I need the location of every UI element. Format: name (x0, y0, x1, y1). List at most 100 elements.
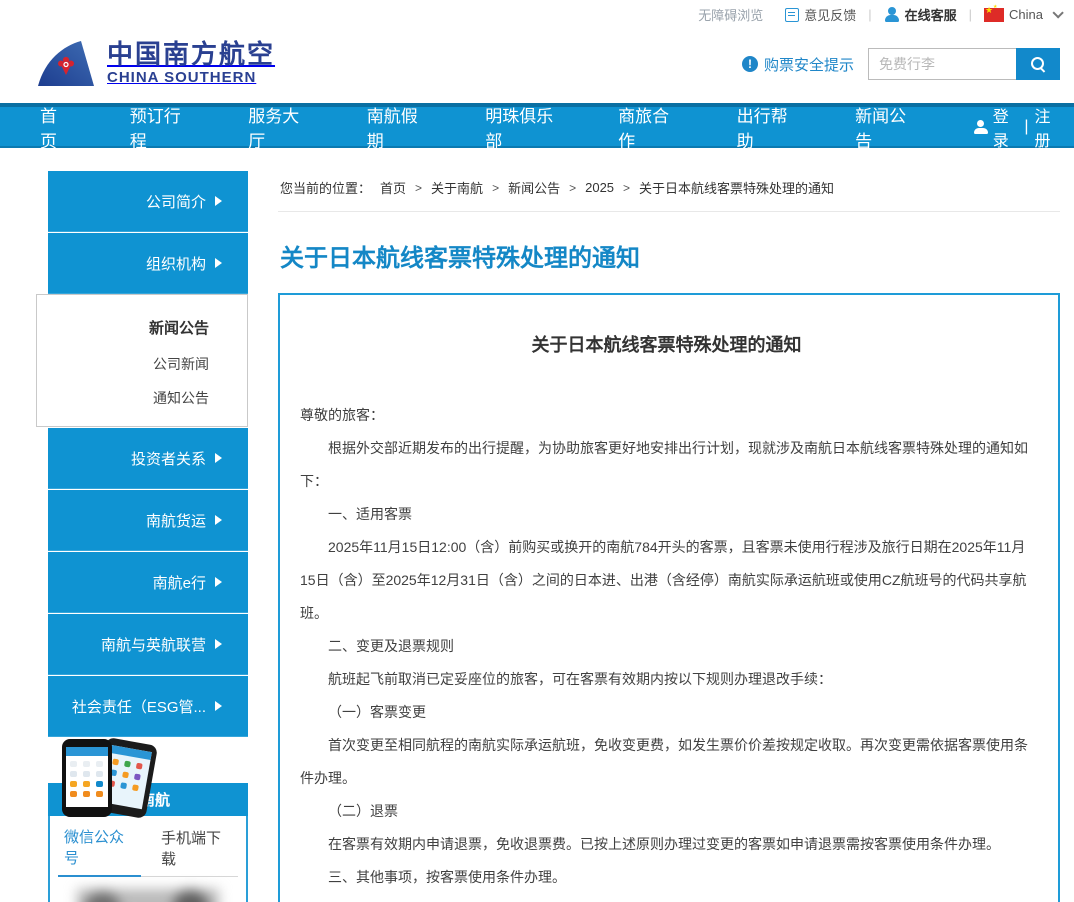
divider: | (1024, 118, 1028, 136)
chevron-down-icon (1052, 7, 1063, 18)
login-link[interactable]: 登录 (993, 103, 1019, 151)
breadcrumb-news[interactable]: 新闻公告 (508, 178, 560, 197)
arrow-right-icon (215, 639, 222, 649)
main-nav: 首页 预订行程 服务大厅 南航假期 明珠俱乐部 商旅合作 出行帮助 新闻公告 登… (0, 103, 1074, 148)
header-right: ! 购票安全提示 (742, 48, 1060, 80)
arrow-right-icon (215, 701, 222, 711)
arrow-right-icon (215, 453, 222, 463)
article-paragraph: 在客票有效期内申请退票，免收退票费。已按上述原则办理过变更的客票如申请退票需按客… (300, 828, 1033, 861)
nav-item-pearl-club[interactable]: 明珠俱乐部 (485, 102, 557, 152)
logo[interactable]: 中国南方航空 CHINA SOUTHERN (35, 40, 275, 88)
accessibility-link[interactable]: 无障碍浏览 (698, 5, 763, 24)
notice-article: 关于日本航线客票特殊处理的通知 尊敬的旅客： 根据外交部近期发布的出行提醒，为协… (278, 293, 1060, 902)
nav-item-travel-help[interactable]: 出行帮助 (737, 102, 795, 152)
feedback-label: 意见反馈 (804, 5, 856, 24)
user-icon (974, 120, 985, 134)
sidebar-item-ba-joint-venture[interactable]: 南航与英航联营 (48, 614, 248, 675)
breadcrumb-prefix: 您当前的位置： (280, 178, 371, 197)
sidebar: 公司简介 组织机构 新闻公告 公司新闻 通知公告 投资者关系 南航货运 南航e行… (0, 170, 248, 902)
logo-chinese: 中国南方航空 (107, 41, 275, 68)
article-paragraph: （二）退票 (300, 795, 1033, 828)
feedback-link[interactable]: 意见反馈 (785, 5, 856, 24)
online-service-link[interactable]: 在线客服 (884, 5, 957, 24)
arrow-right-icon (215, 577, 222, 587)
sidebar-item-label: 南航与英航联营 (101, 634, 206, 655)
article-paragraph: 根据外交部近期发布的出行提醒，为协助旅客更好地安排出行计划，现就涉及南航日本航线… (300, 432, 1033, 498)
register-link[interactable]: 注册 (1035, 103, 1061, 151)
app-widget-tabs: 微信公众号 手机端下载 (58, 826, 238, 877)
search-box (868, 48, 1060, 80)
arrow-right-icon (215, 258, 222, 268)
tab-wechat-account[interactable]: 微信公众号 (58, 826, 141, 877)
customer-service-icon (884, 7, 900, 22)
search-icon (1031, 57, 1046, 72)
sidebar-subitem-company-news[interactable]: 公司新闻 (37, 354, 209, 374)
qr-code-image (77, 889, 219, 902)
article-paragraph: 二、变更及退票规则 (300, 630, 1033, 663)
breadcrumb: 您当前的位置： 首页 > 关于南航 > 新闻公告 > 2025 > 关于日本航线… (278, 170, 1060, 212)
sidebar-item-news-announcements[interactable]: 新闻公告 (37, 317, 209, 338)
nav-item-holidays[interactable]: 南航假期 (367, 102, 425, 152)
region-selector[interactable]: China (984, 7, 1060, 22)
search-input[interactable] (868, 48, 1016, 80)
article-paragraph: 尊敬的旅客： (300, 399, 1033, 432)
logo-tailfin-icon (35, 40, 97, 88)
nav-item-home[interactable]: 首页 (40, 102, 69, 152)
mobile-app-widget: 掌上南航 微信公众号 手机端下载 (48, 783, 248, 902)
arrow-right-icon (215, 515, 222, 525)
logo-text: 中国南方航空 CHINA SOUTHERN (107, 41, 275, 86)
arrow-right-icon (215, 196, 222, 206)
info-icon: ! (742, 56, 758, 72)
breadcrumb-separator: > (492, 181, 499, 195)
breadcrumb-about[interactable]: 关于南航 (431, 178, 483, 197)
sidebar-item-label: 组织机构 (146, 253, 206, 274)
breadcrumb-current: 关于日本航线客票特殊处理的通知 (639, 178, 834, 197)
article-paragraph: 2025年11月15日12:00（含）前购买或换开的南航784开头的客票，且客票… (300, 531, 1033, 630)
main-area: 公司简介 组织机构 新闻公告 公司新闻 通知公告 投资者关系 南航货运 南航e行… (0, 148, 1074, 902)
sidebar-active-news-panel: 新闻公告 公司新闻 通知公告 (36, 294, 248, 427)
app-widget-panel: 微信公众号 手机端下载 (48, 816, 248, 902)
breadcrumb-separator: > (415, 181, 422, 195)
sidebar-subitem-notices[interactable]: 通知公告 (37, 388, 209, 408)
sidebar-item-label: 公司简介 (146, 191, 206, 212)
article-paragraph: 首次变更至相同航程的南航实际承运航班，免收变更费，如发生票价价差按规定收取。再次… (300, 729, 1033, 795)
article-paragraph: 三、其他事项，按客票使用条件办理。 (300, 861, 1033, 894)
breadcrumb-home[interactable]: 首页 (380, 178, 406, 197)
nav-item-news[interactable]: 新闻公告 (855, 102, 913, 152)
sidebar-item-label: 南航e行 (153, 572, 206, 593)
nav-item-booking[interactable]: 预订行程 (130, 102, 188, 152)
article-title: 关于日本航线客票特殊处理的通知 (300, 331, 1033, 357)
content: 您当前的位置： 首页 > 关于南航 > 新闻公告 > 2025 > 关于日本航线… (278, 170, 1060, 902)
nav-item-service-hall[interactable]: 服务大厅 (248, 102, 306, 152)
sidebar-item-e-travel[interactable]: 南航e行 (48, 552, 248, 613)
header: 中国南方航空 CHINA SOUTHERN ! 购票安全提示 (0, 25, 1074, 103)
sidebar-item-label: 投资者关系 (131, 448, 206, 469)
account-area: 登录 | 注册 (974, 103, 1060, 151)
sidebar-item-label: 社会责任（ESG管... (72, 696, 206, 717)
safety-tip-label: 购票安全提示 (764, 54, 854, 75)
article-paragraph: 航班起飞前取消已定妥座位的旅客，可在客票有效期内按以下规则办理退改手续： (300, 663, 1033, 696)
ticket-safety-tip-link[interactable]: ! 购票安全提示 (742, 54, 854, 75)
sidebar-item-label: 南航货运 (146, 510, 206, 531)
sidebar-item-investor-relations[interactable]: 投资者关系 (48, 428, 248, 489)
search-button[interactable] (1016, 48, 1060, 80)
feedback-form-icon (785, 8, 799, 22)
sidebar-item-company-profile[interactable]: 公司简介 (48, 171, 248, 232)
region-label: China (1009, 7, 1043, 22)
utility-bar: 无障碍浏览 意见反馈 | 在线客服 | China (0, 0, 1074, 25)
divider: | (969, 7, 972, 22)
tab-app-download[interactable]: 手机端下载 (155, 827, 238, 876)
breadcrumb-year[interactable]: 2025 (585, 180, 614, 195)
article-paragraph: （一）客票变更 (300, 696, 1033, 729)
breadcrumb-separator: > (623, 181, 630, 195)
breadcrumb-separator: > (569, 181, 576, 195)
article-paragraph: 一、适用客票 (300, 498, 1033, 531)
sidebar-item-cargo[interactable]: 南航货运 (48, 490, 248, 551)
phone-front (62, 739, 112, 817)
page-title: 关于日本航线客票特殊处理的通知 (280, 238, 1060, 273)
china-flag-icon (984, 8, 1004, 22)
sidebar-item-esg[interactable]: 社会责任（ESG管... (48, 676, 248, 737)
sidebar-item-organization[interactable]: 组织机构 (48, 233, 248, 294)
divider: | (868, 7, 871, 22)
nav-item-business-travel[interactable]: 商旅合作 (618, 102, 676, 152)
